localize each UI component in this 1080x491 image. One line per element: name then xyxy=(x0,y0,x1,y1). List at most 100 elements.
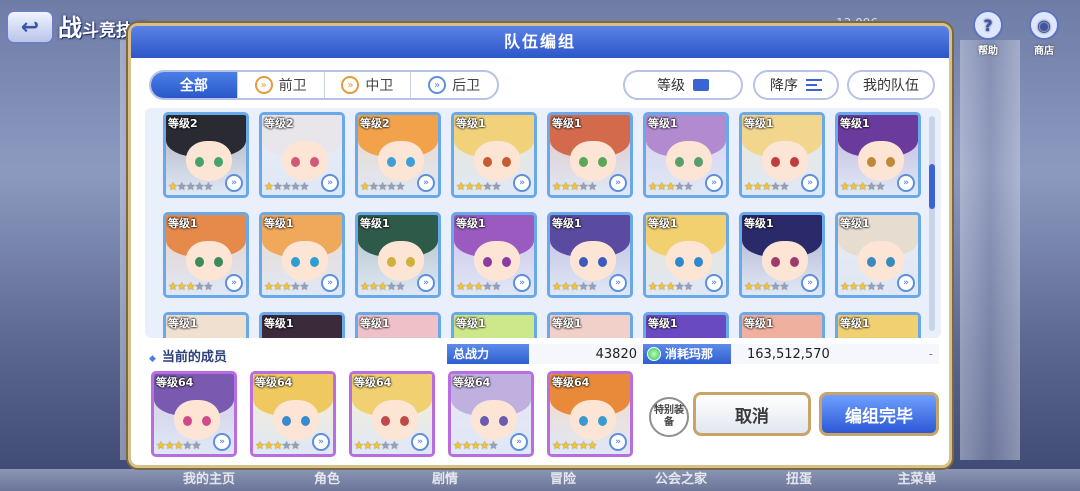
filter-back-label: 后卫 xyxy=(452,78,481,94)
star-icon: ★ xyxy=(185,280,196,293)
star-icon: ★ xyxy=(290,439,301,452)
character-card[interactable]: 等级1 ★★★★★ » xyxy=(163,212,249,298)
portrait-eye xyxy=(310,157,319,167)
character-grid[interactable]: 等级2 ★★★★★ » 等级2 ★★★★★ » 等级2 ★★★★★ » 等级1 … xyxy=(145,108,941,338)
star-rating: ★★★★★ xyxy=(264,280,309,293)
sort-order-button[interactable]: 降序 xyxy=(753,70,839,100)
character-card[interactable]: 等级1 ★★★★★ » xyxy=(259,312,345,338)
star-icon: ★ xyxy=(674,280,685,293)
character-card[interactable]: 等级1 ★★★★★ » xyxy=(643,212,729,298)
portrait-eye xyxy=(195,157,204,167)
star-icon: ★ xyxy=(857,280,868,293)
character-card[interactable]: 等级1 ★★★★★ » xyxy=(643,312,729,338)
filter-all[interactable]: 全部 xyxy=(151,72,237,98)
star-icon: ★ xyxy=(281,280,292,293)
grid-scrollbar[interactable] xyxy=(929,116,935,331)
character-card[interactable]: 等级1 ★★★★★ » xyxy=(451,112,537,198)
scroll-thumb[interactable] xyxy=(929,164,935,209)
star-rating: ★★★★★ xyxy=(648,180,693,193)
character-card[interactable]: 等级1 ★★★★★ » xyxy=(835,312,921,338)
portrait-face xyxy=(666,241,712,281)
portrait-eye xyxy=(790,257,799,267)
member-card[interactable]: 等级64 ★★★★★ » xyxy=(448,371,534,457)
confirm-button[interactable]: 编组完毕 xyxy=(819,392,939,436)
character-level: 等级64 xyxy=(255,376,293,389)
filter-back[interactable]: » 后卫 xyxy=(410,72,497,98)
back-button[interactable]: ↩ xyxy=(6,10,54,44)
character-level: 等级1 xyxy=(168,217,198,230)
portrait-face xyxy=(570,241,616,281)
star-icon: ★ xyxy=(203,280,214,293)
star-icon: ★ xyxy=(380,439,391,452)
filter-front-label: 前卫 xyxy=(278,78,307,94)
member-card[interactable]: 等级64 ★★★★★ » xyxy=(151,371,237,457)
character-card[interactable]: 等级1 ★★★★★ » xyxy=(451,312,537,338)
member-card[interactable]: 等级64 ★★★★★ » xyxy=(547,371,633,457)
portrait-eye xyxy=(694,157,703,167)
portrait-eye xyxy=(387,157,396,167)
bottom-nav-item[interactable]: 剧情 xyxy=(386,469,504,491)
position-icon: » xyxy=(312,433,330,451)
shop-button[interactable]: ◉ 商店 xyxy=(1022,10,1066,58)
character-card[interactable]: 等级1 ★★★★★ » xyxy=(835,112,921,198)
portrait-eye xyxy=(195,257,204,267)
character-card[interactable]: 等级1 ★★★★★ » xyxy=(451,212,537,298)
star-icon: ★ xyxy=(779,180,790,193)
character-card[interactable]: 等级1 ★★★★★ » xyxy=(355,212,441,298)
filter-middle[interactable]: » 中卫 xyxy=(323,72,411,98)
help-button[interactable]: ? 帮助 xyxy=(966,10,1010,58)
filter-front[interactable]: » 前卫 xyxy=(236,72,324,98)
star-icon: ★ xyxy=(185,180,196,193)
character-card[interactable]: 等级1 ★★★★★ » xyxy=(547,312,633,338)
character-card[interactable]: 等级2 ★★★★★ » xyxy=(355,112,441,198)
star-icon: ★ xyxy=(191,439,202,452)
star-rating: ★★★★★ xyxy=(552,439,597,452)
bottom-nav-item[interactable]: 角色 xyxy=(268,469,386,491)
sort-level-button[interactable]: 等级 xyxy=(623,70,743,100)
portrait-eye xyxy=(579,157,588,167)
member-card[interactable]: 等级64 ★★★★★ » xyxy=(250,371,336,457)
character-card[interactable]: 等级1 ★★★★★ » xyxy=(835,212,921,298)
character-card[interactable]: 等级1 ★★★★★ » xyxy=(643,112,729,198)
star-icon: ★ xyxy=(473,280,484,293)
position-icon: » xyxy=(897,274,915,292)
my-team-button[interactable]: 我的队伍 xyxy=(847,70,935,100)
bottom-nav-item[interactable]: 公会之家 xyxy=(622,469,740,491)
character-card[interactable]: 等级1 ★★★★★ » xyxy=(739,212,825,298)
character-card[interactable]: 等级1 ★★★★★ » xyxy=(739,112,825,198)
back-role-icon: » xyxy=(428,76,447,94)
bottom-nav-item[interactable]: 主菜单 xyxy=(858,469,976,491)
star-rating: ★★★★★ xyxy=(648,280,693,293)
cancel-button[interactable]: 取消 xyxy=(693,392,811,436)
member-card[interactable]: 等级64 ★★★★★ » xyxy=(349,371,435,457)
my-team-label: 我的队伍 xyxy=(863,78,919,94)
special-equip-button[interactable]: 特别装备 xyxy=(649,397,689,437)
star-rating: ★★★★★ xyxy=(360,280,405,293)
bottom-nav-item[interactable]: 冒险 xyxy=(504,469,622,491)
portrait-eye xyxy=(483,257,492,267)
star-icon: ★ xyxy=(389,439,400,452)
character-card[interactable]: 等级1 ★★★★★ » xyxy=(547,212,633,298)
character-card[interactable]: 等级2 ★★★★★ » xyxy=(259,112,345,198)
position-icon: » xyxy=(417,174,435,192)
portrait-eye xyxy=(886,257,895,267)
character-card[interactable]: 等级1 ★★★★★ » xyxy=(739,312,825,338)
star-rating: ★★★★★ xyxy=(453,439,498,452)
star-icon: ★ xyxy=(164,439,175,452)
character-level: 等级1 xyxy=(840,217,870,230)
bottom-nav-item[interactable]: 我的主页 xyxy=(150,469,268,491)
page-title-main: 战 xyxy=(58,14,82,42)
star-icon: ★ xyxy=(552,439,562,452)
star-icon: ★ xyxy=(264,180,274,193)
character-card[interactable]: 等级1 ★★★★★ » xyxy=(163,312,249,338)
bottom-nav-item[interactable]: 扭蛋 xyxy=(740,469,858,491)
character-level: 等级64 xyxy=(354,376,392,389)
character-card[interactable]: 等级1 ★★★★★ » xyxy=(355,312,441,338)
star-icon: ★ xyxy=(272,439,283,452)
portrait-eye xyxy=(867,257,876,267)
character-card[interactable]: 等级1 ★★★★★ » xyxy=(259,212,345,298)
character-card[interactable]: 等级2 ★★★★★ » xyxy=(163,112,249,198)
position-icon: » xyxy=(609,433,627,451)
character-card[interactable]: 等级1 ★★★★★ » xyxy=(547,112,633,198)
star-icon: ★ xyxy=(770,280,781,293)
